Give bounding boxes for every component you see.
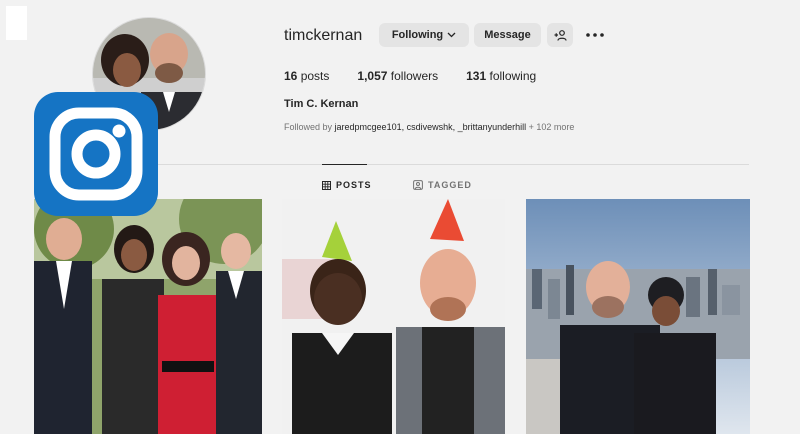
- post-thumbnail-1[interactable]: [34, 199, 262, 434]
- followers-count: 1,057: [357, 69, 388, 83]
- followed-by-prefix: Followed by: [284, 122, 335, 132]
- more-options-icon[interactable]: [585, 26, 605, 44]
- followed-by-more: + 102 more: [526, 122, 575, 132]
- post-thumbnail-2[interactable]: [282, 199, 505, 434]
- tab-tagged-label: TAGGED: [428, 180, 472, 190]
- followers-label: followers: [390, 69, 439, 83]
- following-stat[interactable]: 131 following: [466, 69, 536, 83]
- profile-full-name: Tim C. Kernan: [284, 98, 359, 110]
- message-button-label: Message: [484, 29, 531, 41]
- add-user-icon: [554, 29, 567, 41]
- post-thumbnail-3[interactable]: [526, 199, 750, 434]
- active-tab-indicator: [322, 164, 367, 165]
- tab-tagged[interactable]: TAGGED: [413, 180, 472, 190]
- profile-username: timckernan: [284, 27, 363, 44]
- instagram-icon: [34, 92, 158, 216]
- posts-stat: 16 posts: [284, 69, 329, 83]
- suggest-user-button[interactable]: [547, 23, 573, 47]
- following-label: following: [489, 69, 537, 83]
- white-tab-marker: [6, 6, 27, 40]
- followed-by-text[interactable]: Followed by jaredpmcgee101, csdivewshk, …: [284, 122, 574, 132]
- following-button[interactable]: Following: [379, 23, 469, 47]
- followed-by-names: jaredpmcgee101, csdivewshk, _brittanyund…: [334, 122, 527, 132]
- following-button-label: Following: [391, 29, 444, 41]
- tab-posts[interactable]: POSTS: [322, 180, 372, 190]
- tagged-icon: [413, 180, 423, 190]
- posts-count: 16: [284, 69, 298, 83]
- grid-icon: [322, 180, 331, 190]
- message-button[interactable]: Message: [474, 23, 541, 47]
- chevron-down-icon: [447, 32, 456, 38]
- following-count: 131: [466, 69, 487, 83]
- tab-posts-label: POSTS: [336, 180, 372, 190]
- followers-stat[interactable]: 1,057 followers: [357, 69, 438, 83]
- posts-label: posts: [300, 69, 330, 83]
- profile-stats: 16 posts 1,057 followers 131 following: [284, 69, 564, 83]
